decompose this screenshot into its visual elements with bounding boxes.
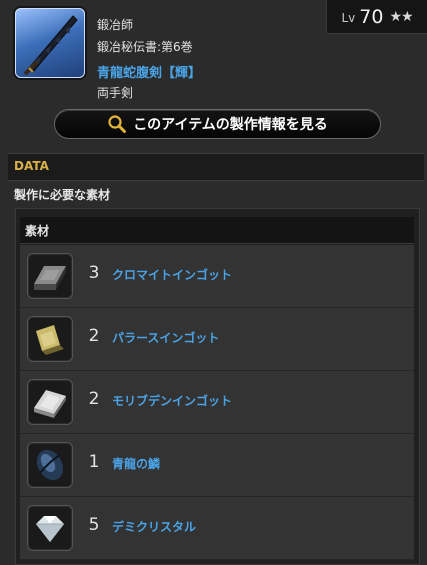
materials-needed-title: 製作に必要な素材 bbox=[14, 188, 111, 202]
star-rating-icon: ★★ bbox=[389, 8, 413, 25]
level-display: Lv 70 ★★ bbox=[326, 0, 427, 34]
molybdenum-ingot-icon bbox=[28, 380, 72, 424]
material-name[interactable]: 青龍の鱗 bbox=[112, 455, 160, 472]
view-crafting-info-button[interactable]: このアイテムの製作情報を見る bbox=[55, 110, 380, 138]
material-quantity: 5 bbox=[88, 515, 100, 535]
material-name[interactable]: デミクリスタル bbox=[112, 518, 196, 535]
item-name[interactable]: 青龍蛇腹剣【輝】 bbox=[97, 62, 201, 81]
material-row[interactable]: 5 デミクリスタル bbox=[20, 497, 414, 560]
material-row[interactable]: 1 青龍の鱗 bbox=[20, 434, 414, 497]
chromite-ingot-icon bbox=[28, 254, 72, 298]
material-quantity: 3 bbox=[88, 263, 100, 283]
data-section-header: DATA bbox=[8, 153, 424, 181]
level-value: 70 bbox=[359, 5, 384, 28]
material-name[interactable]: モリブデンインゴット bbox=[112, 392, 232, 409]
material-row[interactable]: 3 クロマイトインゴット bbox=[20, 245, 414, 308]
material-row[interactable]: 2 モリブデンインゴット bbox=[20, 371, 414, 434]
material-name[interactable]: パラースインゴット bbox=[112, 329, 219, 346]
crystal-icon bbox=[28, 506, 72, 550]
dragon-scale-icon bbox=[28, 443, 72, 487]
material-quantity: 1 bbox=[88, 452, 100, 472]
materials-panel: 素材 3 クロマイトインゴット 2 パラースインゴット 2 モリブデンインゴット… bbox=[15, 208, 420, 565]
magnifier-icon bbox=[108, 115, 127, 133]
recipe-book: 鍛冶秘伝書:第6巻 bbox=[97, 40, 193, 54]
data-section-title: DATA bbox=[14, 159, 49, 173]
item-sword-icon bbox=[15, 8, 85, 78]
material-name[interactable]: クロマイトインゴット bbox=[112, 266, 232, 283]
material-row[interactable]: 2 パラースインゴット bbox=[20, 308, 414, 371]
crafter-class: 鍛冶師 bbox=[97, 18, 134, 32]
view-crafting-info-label: このアイテムの製作情報を見る bbox=[133, 117, 328, 133]
material-quantity: 2 bbox=[88, 389, 100, 409]
pallas-ingot-icon bbox=[28, 317, 72, 361]
materials-table-header: 素材 bbox=[20, 217, 414, 244]
level-label: Lv bbox=[341, 11, 356, 25]
material-quantity: 2 bbox=[88, 326, 100, 346]
materials-header-label: 素材 bbox=[25, 224, 50, 238]
item-type: 両手剣 bbox=[97, 86, 134, 100]
